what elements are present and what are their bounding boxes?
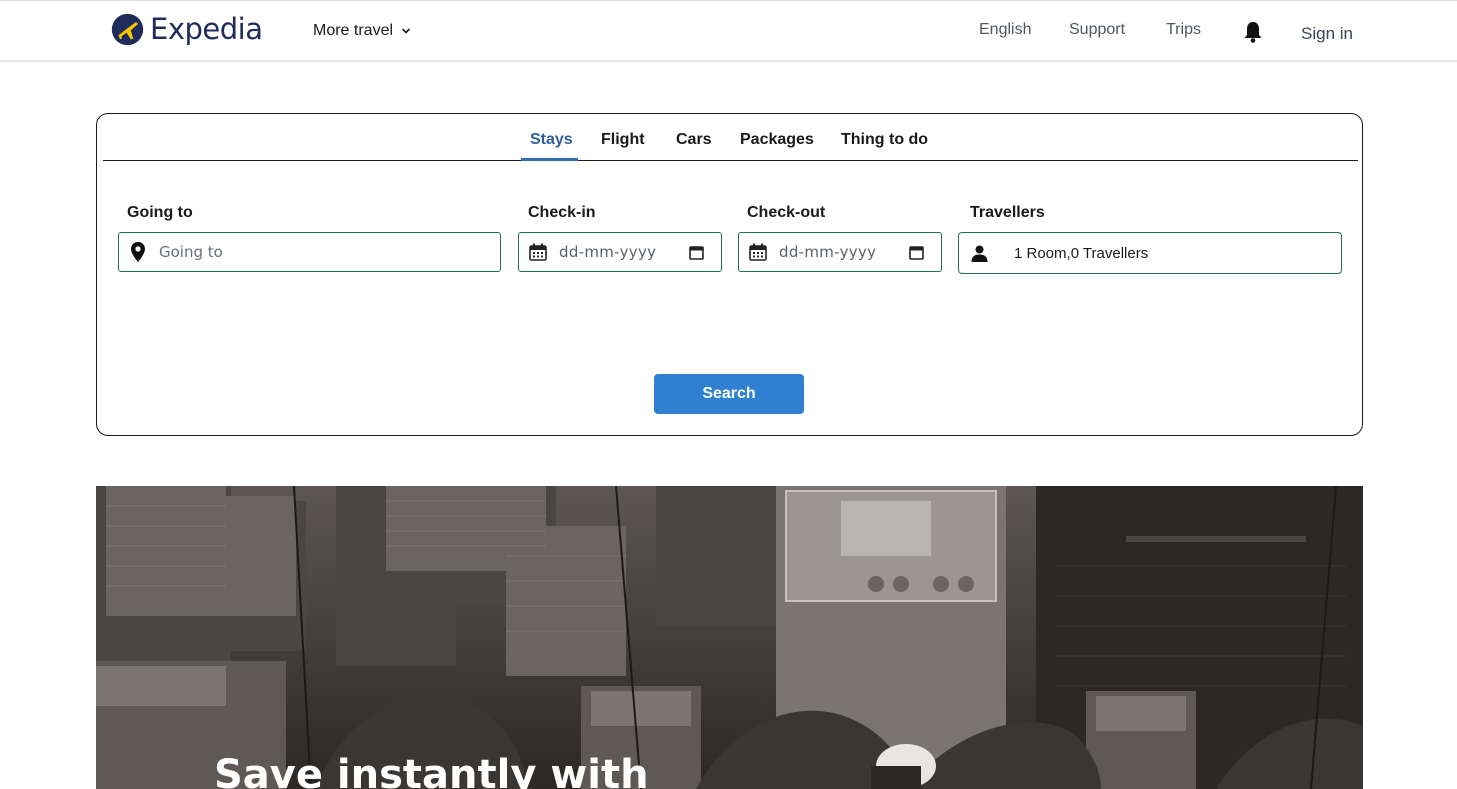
check-in-label: Check-in — [528, 204, 596, 221]
check-out-field[interactable]: dd-mm-yyyy — [738, 232, 942, 272]
trips-link[interactable]: Trips — [1166, 21, 1201, 39]
more-travel-menu[interactable]: More travel — [313, 22, 411, 40]
travellers-label: Travellers — [970, 204, 1045, 221]
travellers-value: 1 Room,0 Travellers — [1014, 244, 1149, 262]
calendar-picker-icon[interactable] — [689, 245, 704, 260]
hero-banner: Save instantly with — [96, 486, 1363, 789]
calendar-picker-icon[interactable] — [909, 245, 924, 260]
support-link[interactable]: Support — [1069, 21, 1125, 39]
person-icon — [971, 245, 988, 262]
tab-packages[interactable]: Packages — [740, 131, 814, 149]
active-tab-indicator — [521, 158, 578, 161]
chevron-down-icon — [401, 28, 411, 34]
brand-name: Expedia — [150, 12, 263, 46]
expedia-logo-icon — [111, 13, 144, 45]
check-out-label: Check-out — [747, 204, 826, 221]
language-link[interactable]: English — [979, 21, 1031, 39]
going-to-field[interactable] — [118, 232, 501, 272]
search-button[interactable]: Search — [654, 374, 804, 414]
calendar-icon — [749, 243, 767, 261]
more-travel-label: More travel — [313, 22, 394, 39]
check-out-value: dd-mm-yyyy — [779, 243, 877, 261]
search-card: Stays Flight Cars Packages Thing to do G… — [96, 113, 1363, 436]
sign-in-link[interactable]: Sign in — [1301, 24, 1353, 44]
expedia-logo[interactable]: Expedia — [111, 12, 263, 46]
tab-cars[interactable]: Cars — [676, 131, 712, 149]
going-to-label: Going to — [127, 204, 193, 221]
bell-icon[interactable] — [1242, 20, 1264, 44]
map-pin-icon — [131, 242, 145, 262]
top-nav: Expedia More travel English Support Trip… — [0, 0, 1457, 62]
check-in-field[interactable]: dd-mm-yyyy — [518, 232, 722, 272]
going-to-input[interactable] — [159, 243, 500, 261]
tab-flight[interactable]: Flight — [601, 131, 645, 149]
travellers-field[interactable]: 1 Room,0 Travellers — [958, 232, 1342, 274]
tab-things-to-do[interactable]: Thing to do — [841, 131, 928, 149]
search-tabs: Stays Flight Cars Packages Thing to do — [103, 114, 1358, 161]
hero-title: Save instantly with — [214, 752, 649, 789]
calendar-icon — [529, 243, 547, 261]
city-skyline-image — [96, 486, 1363, 789]
check-in-value: dd-mm-yyyy — [559, 243, 657, 261]
tab-stays[interactable]: Stays — [530, 131, 573, 149]
